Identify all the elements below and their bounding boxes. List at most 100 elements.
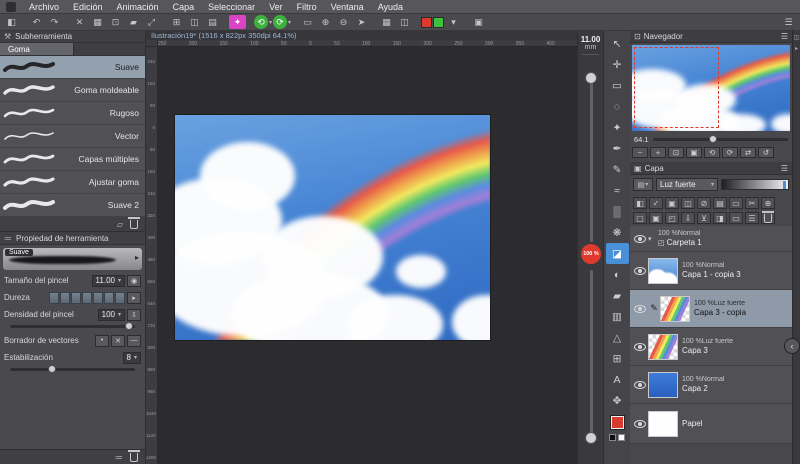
reset-settings-icon[interactable]: ≔ <box>115 453 123 462</box>
flip-horizontal-icon[interactable]: ⇄ <box>740 147 756 158</box>
layer-panel-header[interactable]: ▣ Capa ☰ <box>630 162 792 175</box>
density-slider[interactable] <box>10 325 135 328</box>
blend-tool[interactable]: ◐ <box>606 264 629 285</box>
layer-menu-icon[interactable]: ☰ <box>745 212 759 224</box>
actual-size-icon[interactable]: ▣ <box>686 147 702 158</box>
side-tab-icon[interactable]: ◫ <box>793 34 800 41</box>
main-menu-icon[interactable]: ☰ <box>780 15 797 29</box>
zoom-out-icon[interactable]: − <box>632 147 648 158</box>
brush-tool[interactable]: ≈ <box>606 180 629 201</box>
select-add-icon[interactable]: ⊕ <box>317 15 334 29</box>
panel-collapse-button[interactable]: ‹ <box>784 338 800 354</box>
rotate-cw-icon[interactable]: ⟳ <box>273 15 287 29</box>
rotate-ccw-caret-icon[interactable]: ▾ <box>269 19 272 26</box>
visibility-toggle[interactable] <box>632 305 648 313</box>
thumbnail-toggle-icon[interactable]: ◧ <box>633 197 647 209</box>
navigator-view-frame[interactable] <box>634 47 719 129</box>
subtool-item-suave-2[interactable]: Suave 2 <box>0 194 145 217</box>
snap-icon[interactable]: ◫ <box>186 15 203 29</box>
hand-tool[interactable]: ✥ <box>606 390 629 411</box>
navigator-menu-icon[interactable]: ☰ <box>781 32 788 41</box>
layer-opacity-slider[interactable] <box>721 179 789 190</box>
erase-touched-icon[interactable]: • <box>95 335 109 347</box>
menu-seleccionar[interactable]: Seleccionar <box>201 0 262 14</box>
subtool-item-rugoso[interactable]: Rugoso <box>0 102 145 125</box>
menu-animacion[interactable]: Animación <box>110 0 166 14</box>
size-slider-track[interactable] <box>590 72 593 242</box>
menu-ver[interactable]: Ver <box>262 0 290 14</box>
deselect-icon[interactable]: ▦ <box>89 15 106 29</box>
rotate-cw-caret-icon[interactable]: ▾ <box>288 19 291 26</box>
menu-archivo[interactable]: Archivo <box>22 0 66 14</box>
figure-tool[interactable]: △ <box>606 327 629 348</box>
size-slider-handle-lower[interactable] <box>585 432 597 444</box>
undo-icon[interactable]: ↶ <box>28 15 45 29</box>
layer-row-capa-3-copia[interactable]: ✎ 100 %Luz fuerte Capa 3 - copia <box>630 290 792 328</box>
pixel-grid-icon[interactable]: ▦ <box>378 15 395 29</box>
main-color-chip[interactable] <box>421 17 432 28</box>
pencil-tool[interactable]: ✎ <box>606 159 629 180</box>
density-slider-handle[interactable] <box>125 322 133 330</box>
brush-size-input[interactable]: 11.00▾ <box>92 275 125 287</box>
navigator-zoom-slider[interactable] <box>653 138 788 141</box>
frame-tool[interactable]: ⊞ <box>606 348 629 369</box>
menu-filtro[interactable]: Filtro <box>290 0 324 14</box>
text-tool[interactable]: A <box>606 369 629 390</box>
navigator-zoom-handle[interactable] <box>709 135 717 143</box>
color-caret-icon[interactable]: ▾ <box>445 15 462 29</box>
subtool-item-vector[interactable]: Vector <box>0 125 145 148</box>
menu-ventana[interactable]: Ventana <box>324 0 371 14</box>
visibility-toggle[interactable] <box>632 235 648 243</box>
materials-icon[interactable]: ▣ <box>470 15 487 29</box>
size-slider-handle[interactable] <box>585 72 597 84</box>
zoom-badge[interactable]: 100 % <box>581 244 601 264</box>
layer-row-capa-3[interactable]: 100 %Luz fuerte Capa 3 <box>630 328 792 366</box>
sub-color-chip[interactable] <box>433 17 444 28</box>
visibility-toggle[interactable] <box>632 381 648 389</box>
layer-thumbnail[interactable] <box>648 411 678 437</box>
layer-row-papel[interactable]: Papel <box>630 404 792 444</box>
snap-special-icon[interactable]: ▤ <box>204 15 221 29</box>
draft-layer-icon[interactable]: ▤ <box>713 197 727 209</box>
fit-to-screen-icon[interactable]: ⊡ <box>668 147 684 158</box>
object-tool[interactable]: ↖ <box>606 33 629 54</box>
delete-layer-button[interactable] <box>761 212 775 224</box>
select-subtract-icon[interactable]: ⊖ <box>335 15 352 29</box>
transfer-down-icon[interactable]: ⇩ <box>681 212 695 224</box>
zoom-in-icon[interactable]: + <box>650 147 666 158</box>
layer-row-capa-1-copia-3[interactable]: 100 %Normal Capa 1 - copia 3 <box>630 252 792 290</box>
menu-edicion[interactable]: Edición <box>66 0 110 14</box>
marquee-tool[interactable]: ▭ <box>606 75 629 96</box>
lock-alpha-icon[interactable]: ▣ <box>665 197 679 209</box>
rotate-ccw-icon[interactable]: ⟲ <box>254 15 268 29</box>
erase-whole-line-icon[interactable]: — <box>127 335 141 347</box>
new-raster-layer-icon[interactable]: ▢ <box>633 212 647 224</box>
delete-setting-icon[interactable] <box>130 453 138 462</box>
layer-row-capa-2[interactable]: 100 %Normal Capa 2 <box>630 366 792 404</box>
tab-goma[interactable]: Goma <box>0 43 74 55</box>
fill-tool[interactable]: ▰ <box>606 285 629 306</box>
subtool-item-capas-multiples[interactable]: Capas múltiples <box>0 148 145 171</box>
guides-icon[interactable]: ◫ <box>396 15 413 29</box>
eraser-tool[interactable]: ◪ <box>606 243 629 264</box>
clip-studio-icon[interactable]: ✦ <box>229 15 246 29</box>
white-swatch[interactable] <box>618 434 625 441</box>
stabilization-slider-handle[interactable] <box>48 365 56 373</box>
layer-thumbnail[interactable] <box>648 372 678 398</box>
tool-property-header[interactable]: ≔ Propiedad de herramienta <box>0 232 145 245</box>
fill-icon[interactable]: ▰ <box>125 15 142 29</box>
create-mask-icon[interactable]: ◨ <box>713 212 727 224</box>
lasso-tool[interactable]: ◌ <box>606 96 629 117</box>
effect-icon[interactable]: ⊕ <box>761 197 775 209</box>
pen-tool[interactable]: ✒ <box>606 138 629 159</box>
rotate-left-icon[interactable]: ⟲ <box>704 147 720 158</box>
lock-layer-icon[interactable]: ✓ <box>649 197 663 209</box>
hardness-segments[interactable] <box>49 292 125 304</box>
clear-icon[interactable]: ✕ <box>71 15 88 29</box>
merge-down-icon[interactable]: ⊻ <box>697 212 711 224</box>
select-launcher-icon[interactable]: ➤ <box>353 15 370 29</box>
grid-icon[interactable]: ⊞ <box>168 15 185 29</box>
density-dynamics-button[interactable]: ⇩ <box>127 309 141 321</box>
subtool-panel-header[interactable]: ⚒ Subherramienta <box>0 30 145 43</box>
black-swatch[interactable] <box>609 434 616 441</box>
